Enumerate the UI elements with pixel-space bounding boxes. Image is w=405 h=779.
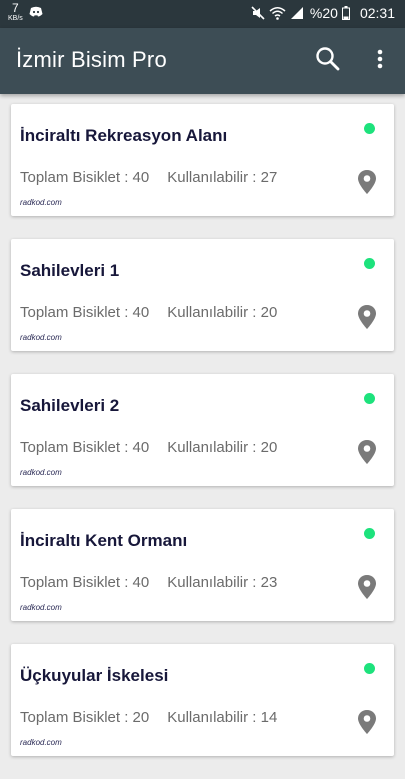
app-bar: İzmir Bisim Pro	[0, 28, 405, 94]
status-dot	[364, 393, 375, 404]
status-dot	[364, 528, 375, 539]
station-stats: Toplam Bisiklet : 40 Kullanılabilir : 27	[20, 169, 277, 186]
credit-text: radkod.com	[20, 738, 62, 747]
station-card[interactable]: Üçkuyular İskelesi Toplam Bisiklet : 20 Ku…	[11, 644, 394, 756]
total-bikes-label: Toplam Bisiklet :	[20, 574, 129, 591]
available-label: Kullanılabilir :	[167, 169, 257, 186]
status-right: %20 02:31	[251, 5, 395, 21]
status-dot	[364, 663, 375, 674]
credit-text: radkod.com	[20, 198, 62, 207]
total-bikes-label: Toplam Bisiklet :	[20, 709, 129, 726]
signal-icon	[290, 7, 303, 19]
station-card[interactable]: İnciraltı Rekreasyon Alanı Toplam Bisikle…	[11, 104, 394, 216]
available-value: 20	[260, 439, 278, 456]
location-pin-icon[interactable]	[355, 303, 379, 331]
status-left: 7 KB/s	[8, 2, 43, 22]
available-value: 27	[260, 169, 278, 186]
total-bikes-label: Toplam Bisiklet :	[20, 439, 129, 456]
network-speed: 7 KB/s	[8, 2, 23, 22]
station-stats: Toplam Bisiklet : 40 Kullanılabilir : 20	[20, 439, 277, 456]
available-label: Kullanılabilir :	[167, 304, 257, 321]
available-value: 23	[260, 574, 278, 591]
station-name: Sahilevleri 2	[20, 396, 120, 415]
total-bikes-value: 40	[132, 169, 150, 186]
location-pin-icon[interactable]	[355, 168, 379, 196]
more-vert-icon[interactable]	[368, 45, 392, 73]
discord-icon	[29, 6, 43, 17]
station-stats: Toplam Bisiklet : 40 Kullanılabilir : 23	[20, 574, 277, 591]
app-title: İzmir Bisim Pro	[16, 47, 167, 72]
available-label: Kullanılabilir :	[167, 709, 257, 726]
total-bikes-value: 40	[132, 439, 150, 456]
credit-text: radkod.com	[20, 468, 62, 477]
network-speed-value: 7	[12, 1, 19, 15]
credit-text: radkod.com	[20, 603, 62, 612]
station-name: İnciraltı Kent Ormanı	[20, 531, 188, 550]
status-bar: 7 KB/s %20 02:31	[0, 0, 405, 28]
station-name: Üçkuyular İskelesi	[20, 666, 169, 685]
station-card[interactable]: Sahilevleri 1 Toplam Bisiklet : 40 Kullanı…	[11, 239, 394, 351]
wifi-icon	[269, 7, 286, 20]
total-bikes-label: Toplam Bisiklet :	[20, 169, 129, 186]
total-bikes-value: 20	[132, 709, 150, 726]
total-bikes-label: Toplam Bisiklet :	[20, 304, 129, 321]
total-bikes-value: 40	[132, 574, 150, 591]
credit-text: radkod.com	[20, 333, 62, 342]
station-card[interactable]: İnciraltı Kent Ormanı Toplam Bisiklet : 4…	[11, 509, 394, 621]
total-bikes-value: 40	[132, 304, 150, 321]
available-value: 14	[260, 709, 278, 726]
status-dot	[364, 258, 375, 269]
location-pin-icon[interactable]	[355, 438, 379, 466]
station-name: İnciraltı Rekreasyon Alanı	[20, 126, 228, 145]
battery-percent: %20	[309, 5, 338, 21]
station-name: Sahilevleri 1	[20, 261, 120, 280]
station-stats: Toplam Bisiklet : 20 Kullanılabilir : 14	[20, 709, 277, 726]
available-value: 20	[260, 304, 278, 321]
mute-icon	[251, 6, 265, 20]
location-pin-icon[interactable]	[355, 573, 379, 601]
clock: 02:31	[359, 5, 395, 21]
status-dot	[364, 123, 375, 134]
station-stats: Toplam Bisiklet : 40 Kullanılabilir : 20	[20, 304, 277, 321]
battery-icon	[341, 6, 350, 20]
network-speed-unit: KB/s	[8, 15, 23, 22]
search-icon[interactable]	[314, 45, 342, 73]
station-card[interactable]: Sahilevleri 2 Toplam Bisiklet : 40 Kullanı…	[11, 374, 394, 486]
location-pin-icon[interactable]	[355, 708, 379, 736]
available-label: Kullanılabilir :	[167, 574, 257, 591]
station-list: İnciraltı Rekreasyon Alanı Toplam Bisikle…	[0, 104, 405, 779]
available-label: Kullanılabilir :	[167, 439, 257, 456]
